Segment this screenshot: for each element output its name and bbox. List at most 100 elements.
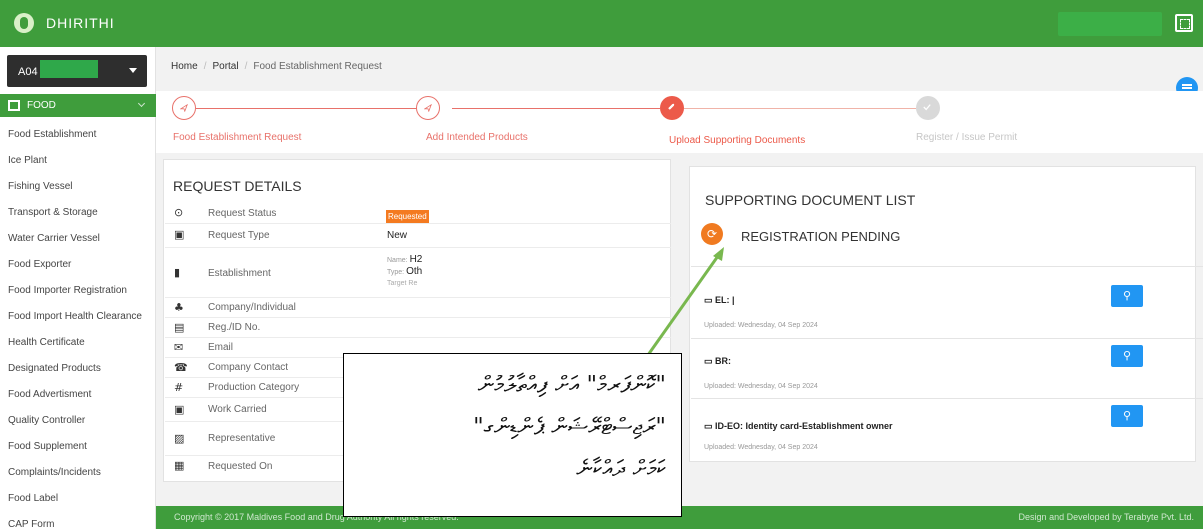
clock-icon: ⊙ (174, 206, 184, 219)
detail-row-reg-id: ▤ Reg./ID No. (165, 318, 671, 338)
brand-name: DHIRITHI (46, 15, 115, 31)
detail-label: Company Contact (208, 362, 289, 373)
breadcrumb-portal[interactable]: Portal (212, 61, 238, 72)
breadcrumb-separator: / (244, 61, 248, 72)
type-value: Oth (406, 266, 423, 277)
top-bar: DHIRITHI (0, 0, 1203, 47)
type-label: Type: (387, 269, 405, 276)
sidebar-item-food-label[interactable]: Food Label (8, 493, 58, 504)
establishment-type: Type: Oth (387, 266, 422, 277)
id-card-icon: ▤ (174, 321, 185, 334)
detail-row-company: ♣ Company/Individual (165, 298, 671, 318)
progress-steps: Food Establishment Request Add Intended … (156, 91, 1203, 153)
detail-label: Representative (208, 433, 276, 444)
step-connector (684, 108, 916, 109)
breadcrumb: Home / Portal / Food Establishment Request (171, 61, 382, 72)
document-code: EL: | (715, 295, 735, 305)
sidebar-item-complaints-incidents[interactable]: Complaints/Incidents (8, 467, 101, 478)
sitemap-icon: ♣ (174, 301, 184, 314)
calendar-icon: ▣ (174, 403, 185, 416)
sidebar-item-food-import-health-clearance[interactable]: Food Import Health Clearance (8, 311, 142, 322)
detail-value: New (387, 230, 408, 241)
document-upload-date: Uploaded: Wednesday, 04 Sep 2024 (704, 383, 818, 390)
sidebar-item-food-importer-registration[interactable]: Food Importer Registration (8, 285, 127, 296)
document-code: ID-EO: Identity card-Establishment owner (715, 421, 893, 431)
document-item: ▭ ID-EO: Identity card-Establishment own… (691, 398, 1203, 458)
registration-status: REGISTRATION PENDING (741, 229, 901, 244)
app-logo-icon (14, 13, 34, 33)
detail-row-establishment: ▮ Establishment Name: H2 Type: Oth Targe… (165, 248, 671, 298)
send-icon (180, 104, 188, 112)
status-badge: Requested (386, 210, 429, 223)
sidebar-item-water-carrier-vessel[interactable]: Water Carrier Vessel (8, 233, 100, 244)
step-4-circle[interactable] (916, 96, 940, 120)
detail-label: Request Status (208, 208, 277, 219)
footer-credit: Design and Developed by Terabyte Pvt. Lt… (1018, 512, 1194, 522)
attachment-button[interactable]: ⚲ (1111, 405, 1143, 427)
account-label: A04 (18, 66, 38, 78)
detail-label: Reg./ID No. (208, 322, 261, 333)
sidebar-item-food-supplement[interactable]: Food Supplement (8, 441, 87, 452)
document-item: ▭ BR: Uploaded: Wednesday, 04 Sep 2024 ⚲ (691, 338, 1203, 398)
account-select[interactable]: A04 (7, 55, 147, 87)
document-name: ▭ ID-EO: Identity card-Establishment own… (704, 421, 893, 431)
building-icon: ▮ (174, 266, 181, 279)
sidebar-item-food-establishment[interactable]: Food Establishment (8, 129, 96, 140)
sidebar: A04 FOOD Food Establishment Ice Plant Fi… (0, 47, 156, 529)
detail-label: Work Carried (208, 404, 267, 415)
step-2-circle[interactable] (416, 96, 440, 120)
food-icon (8, 100, 20, 111)
user-menu[interactable] (1058, 12, 1162, 36)
breadcrumb-current: Food Establishment Request (253, 61, 382, 72)
fullscreen-icon[interactable] (1175, 14, 1193, 32)
phone-icon: ☎ (174, 361, 188, 374)
document-code: BR: (715, 356, 732, 366)
detail-label: Email (208, 342, 234, 353)
envelope-icon: ✉ (174, 341, 184, 354)
step-2-label[interactable]: Add Intended Products (426, 132, 528, 143)
sidebar-item-ice-plant[interactable]: Ice Plant (8, 155, 47, 166)
send-icon (424, 104, 432, 112)
step-3-label[interactable]: Upload Supporting Documents (669, 135, 805, 146)
document-item: ▭ EL: | Uploaded: Wednesday, 04 Sep 2024… (691, 266, 1203, 338)
document-upload-date: Uploaded: Wednesday, 04 Sep 2024 (704, 444, 818, 451)
sidebar-item-health-certificate[interactable]: Health Certificate (8, 337, 85, 348)
establishment-target: Target Re (387, 280, 418, 287)
breadcrumb-home[interactable]: Home (171, 61, 198, 72)
supporting-documents-panel: SUPPORTING DOCUMENT LIST ⟳ REGISTRATION … (689, 166, 1203, 462)
calendar-grid-icon: ▦ (174, 459, 185, 472)
detail-label: Request Type (208, 230, 270, 241)
step-4-label[interactable]: Register / Issue Permit (916, 132, 1017, 143)
document-name: ▭ BR: (704, 356, 732, 366)
attachment-button[interactable]: ⚲ (1111, 345, 1143, 367)
attachment-button[interactable]: ⚲ (1111, 285, 1143, 307)
sidebar-section-food[interactable]: FOOD (0, 94, 156, 117)
account-redaction (40, 60, 98, 78)
sidebar-item-fishing-vessel[interactable]: Fishing Vessel (8, 181, 72, 192)
step-1-circle[interactable] (172, 96, 196, 120)
breadcrumb-separator: / (203, 61, 207, 72)
sidebar-item-cap-form[interactable]: CAP Form (8, 519, 55, 529)
step-connector (452, 108, 660, 109)
detail-row-request-type: ▣ Request Type New (165, 224, 671, 248)
chevron-down-icon (129, 68, 137, 73)
annotation-callout: "ކޮންފަރމް" އަށް ފިއްތާލުމުން "ރަޖިސްޓްރ… (343, 353, 682, 517)
image-icon: ▨ (174, 432, 185, 445)
hash-icon: # (174, 381, 184, 394)
check-icon (923, 104, 931, 111)
detail-label: Establishment (208, 268, 271, 279)
brand[interactable]: DHIRITHI (14, 13, 115, 33)
detail-label: Production Category (208, 382, 300, 393)
sidebar-item-food-exporter[interactable]: Food Exporter (8, 259, 71, 270)
step-1-label[interactable]: Food Establishment Request (173, 132, 301, 143)
detail-label: Requested On (208, 461, 273, 472)
sidebar-item-designated-products[interactable]: Designated Products (8, 363, 101, 374)
detail-label: Company/Individual (208, 302, 296, 313)
request-details-title: REQUEST DETAILS (173, 178, 302, 194)
sidebar-item-food-advertisment[interactable]: Food Advertisment (8, 389, 91, 400)
chevron-down-icon (137, 99, 146, 108)
step-3-circle[interactable] (660, 96, 684, 120)
sidebar-item-transport-storage[interactable]: Transport & Storage (8, 207, 98, 218)
sidebar-item-quality-controller[interactable]: Quality Controller (8, 415, 85, 426)
calendar-icon: ▣ (174, 228, 185, 241)
